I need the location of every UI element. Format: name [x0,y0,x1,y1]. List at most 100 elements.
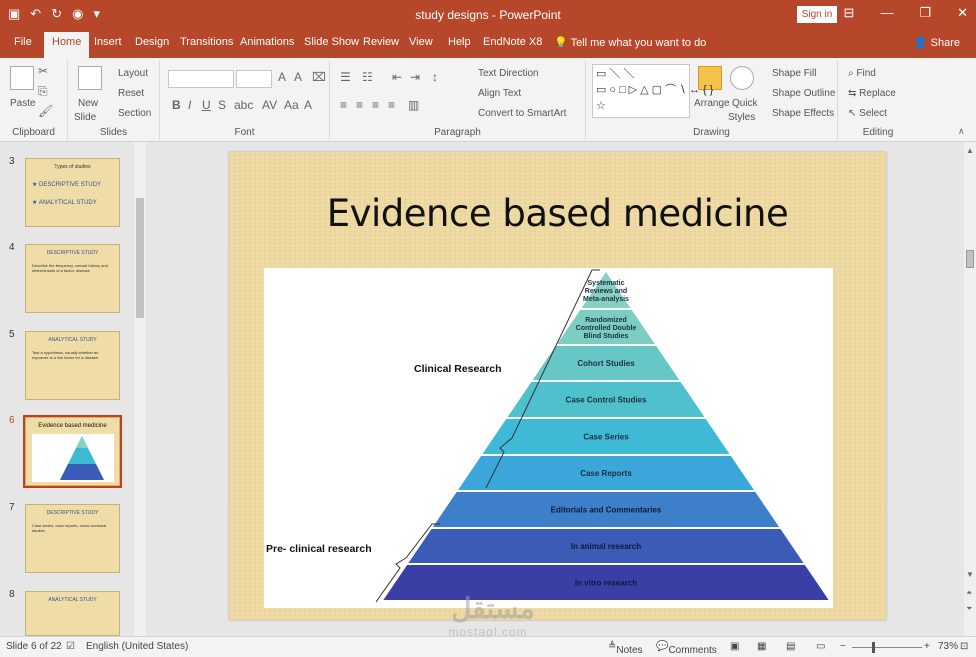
restore-icon[interactable]: ❐ [919,5,931,21]
thumbnail-scroll-thumb[interactable] [136,198,144,318]
shape-effects-button[interactable]: Shape Effects [772,108,834,119]
zoom-slider[interactable] [852,647,922,648]
bold-icon[interactable]: B [172,98,181,112]
decrease-indent-icon[interactable]: ⇤ [392,70,402,84]
shadow-icon[interactable]: S [218,98,226,112]
current-slide[interactable]: Evidence based medicine Systematic Review… [229,152,886,620]
thumbnail-preview[interactable]: ANALYTICAL STUDY Test a hypothesis, usua… [25,331,120,400]
thumbnail-preview[interactable]: DESCRIPTIVE STUDY Case series, case repo… [25,504,120,573]
close-icon[interactable]: ✕ [957,5,968,21]
section-button[interactable]: Section [118,108,151,119]
canvas-scrollbar[interactable]: ▲ ▼ ⏶ ⏷ [964,142,976,636]
align-center-icon[interactable]: ≡ [356,98,363,112]
grow-font-icon[interactable]: A [278,70,286,84]
slideshow-view-icon[interactable]: ▭ [816,641,825,652]
tab-view[interactable]: View [409,36,433,48]
reset-button[interactable]: Reset [118,88,144,99]
align-left-icon[interactable]: ≡ [340,98,347,112]
slide-title[interactable]: Evidence based medicine [229,192,886,235]
notes-button[interactable]: ≜ Notes [608,641,643,656]
italic-icon[interactable]: I [188,98,191,112]
tab-file[interactable]: File [14,36,32,48]
align-right-icon[interactable]: ≡ [372,98,379,112]
spelling-icon[interactable]: ☑ [66,641,75,652]
thumbnail-preview[interactable]: Types of studies ★ DESCRIPTIVE STUDY ★ A… [25,158,120,227]
char-spacing-icon[interactable]: AV [262,98,277,112]
find-button[interactable]: ⌕ Find [848,68,876,79]
layout-button[interactable]: Layout [118,68,148,79]
ribbon-display-icon[interactable]: ⊟ [844,5,855,21]
align-text-button[interactable]: Align Text [478,88,521,99]
pyramid-level-label: Case Series [583,433,629,442]
columns-icon[interactable]: ▥ [408,98,419,112]
evidence-pyramid-image[interactable]: Systematic Reviews and Meta-analysis Random… [264,268,833,608]
tab-review[interactable]: Review [363,36,399,48]
thumbnail-preview[interactable]: ANALYTICAL STUDY [25,591,120,636]
font-color-icon[interactable]: A [304,98,312,112]
underline-icon[interactable]: U [202,98,211,112]
tab-endnote[interactable]: EndNote X8 [483,36,542,48]
line-spacing-icon[interactable]: ↕ [432,70,438,84]
quick-styles-label-2[interactable]: Styles [728,112,755,123]
comments-button[interactable]: 💬 Comments [656,641,717,656]
reading-view-icon[interactable]: ▤ [786,641,795,652]
zoom-in-icon[interactable]: + [924,641,930,652]
replace-label: Replace [859,88,896,99]
new-slide-label-1[interactable]: New [78,98,98,109]
collapse-ribbon-icon[interactable]: ∧ [958,126,965,137]
thumbnail-scrollbar[interactable] [134,142,146,636]
slide-sorter-icon[interactable]: ▦ [757,641,766,652]
cut-icon[interactable]: ✂ [38,64,48,78]
bullets-icon[interactable]: ☰ [340,70,351,84]
thumbnail-preview[interactable]: Evidence based medicine [23,415,122,488]
shapes-gallery[interactable]: ▭＼＼▭○□▷△▢⌒∖↔{}☆ [592,64,713,118]
numbering-icon[interactable]: ☷ [362,70,373,84]
tab-help[interactable]: Help [448,36,471,48]
new-slide-label-2[interactable]: Slide [74,112,96,123]
arrange-button[interactable]: Arrange [694,98,730,109]
thumbnail-preview[interactable]: DESCRIPTIVE STUDY Describe the frequency… [25,244,120,313]
increase-indent-icon[interactable]: ⇥ [410,70,420,84]
previous-slide-icon[interactable]: ⏶ [966,588,972,598]
scroll-up-icon[interactable]: ▲ [966,146,974,155]
tab-home[interactable]: Home [44,32,90,58]
quick-styles-icon[interactable] [730,66,754,90]
tab-animations[interactable]: Animations [240,36,294,48]
clear-format-icon[interactable]: ⌧ [312,70,326,84]
shape-outline-button[interactable]: Shape Outline [772,88,835,99]
minimize-icon[interactable]: — [880,5,893,21]
scroll-down-icon[interactable]: ▼ [966,570,974,579]
convert-smartart-button[interactable]: Convert to SmartArt [478,108,566,119]
tab-design[interactable]: Design [135,36,169,48]
change-case-icon[interactable]: Aa [284,98,299,112]
select-button[interactable]: ↖ Select [848,108,887,119]
canvas-scroll-thumb[interactable] [966,250,974,268]
copy-icon[interactable]: ⎘ [38,84,48,99]
shape-fill-button[interactable]: Shape Fill [772,68,816,79]
tab-insert[interactable]: Insert [94,36,122,48]
language-indicator[interactable]: English (United States) [86,641,188,652]
share-button[interactable]: 👤 Share [914,36,960,49]
tab-transitions[interactable]: Transitions [180,36,233,48]
zoom-out-icon[interactable]: − [840,641,846,652]
tell-me-search[interactable]: 💡 Tell me what you want to do [554,36,706,49]
justify-icon[interactable]: ≡ [388,98,395,112]
next-slide-icon[interactable]: ⏷ [966,604,972,614]
font-size-box[interactable] [236,70,272,88]
replace-button[interactable]: ⇆ Replace [848,88,896,99]
font-name-box[interactable] [168,70,234,88]
normal-view-icon[interactable]: ▣ [730,641,739,652]
shrink-font-icon[interactable]: A [294,70,302,84]
strikethrough-icon[interactable]: abc [234,98,253,112]
text-direction-button[interactable]: Text Direction [478,68,539,79]
quick-styles-label-1[interactable]: Quick [732,98,758,109]
fit-to-window-icon[interactable]: ⊡ [960,641,968,652]
new-slide-icon[interactable] [78,66,102,90]
paste-icon[interactable] [10,66,34,90]
tab-slide-show[interactable]: Slide Show [304,36,359,48]
paste-button[interactable]: Paste [10,98,36,109]
sign-in-button[interactable]: Sign in [797,6,837,23]
zoom-slider-thumb[interactable] [872,642,875,653]
format-painter-icon[interactable]: 🖌 [38,104,53,118]
zoom-level[interactable]: 73% [938,641,958,652]
